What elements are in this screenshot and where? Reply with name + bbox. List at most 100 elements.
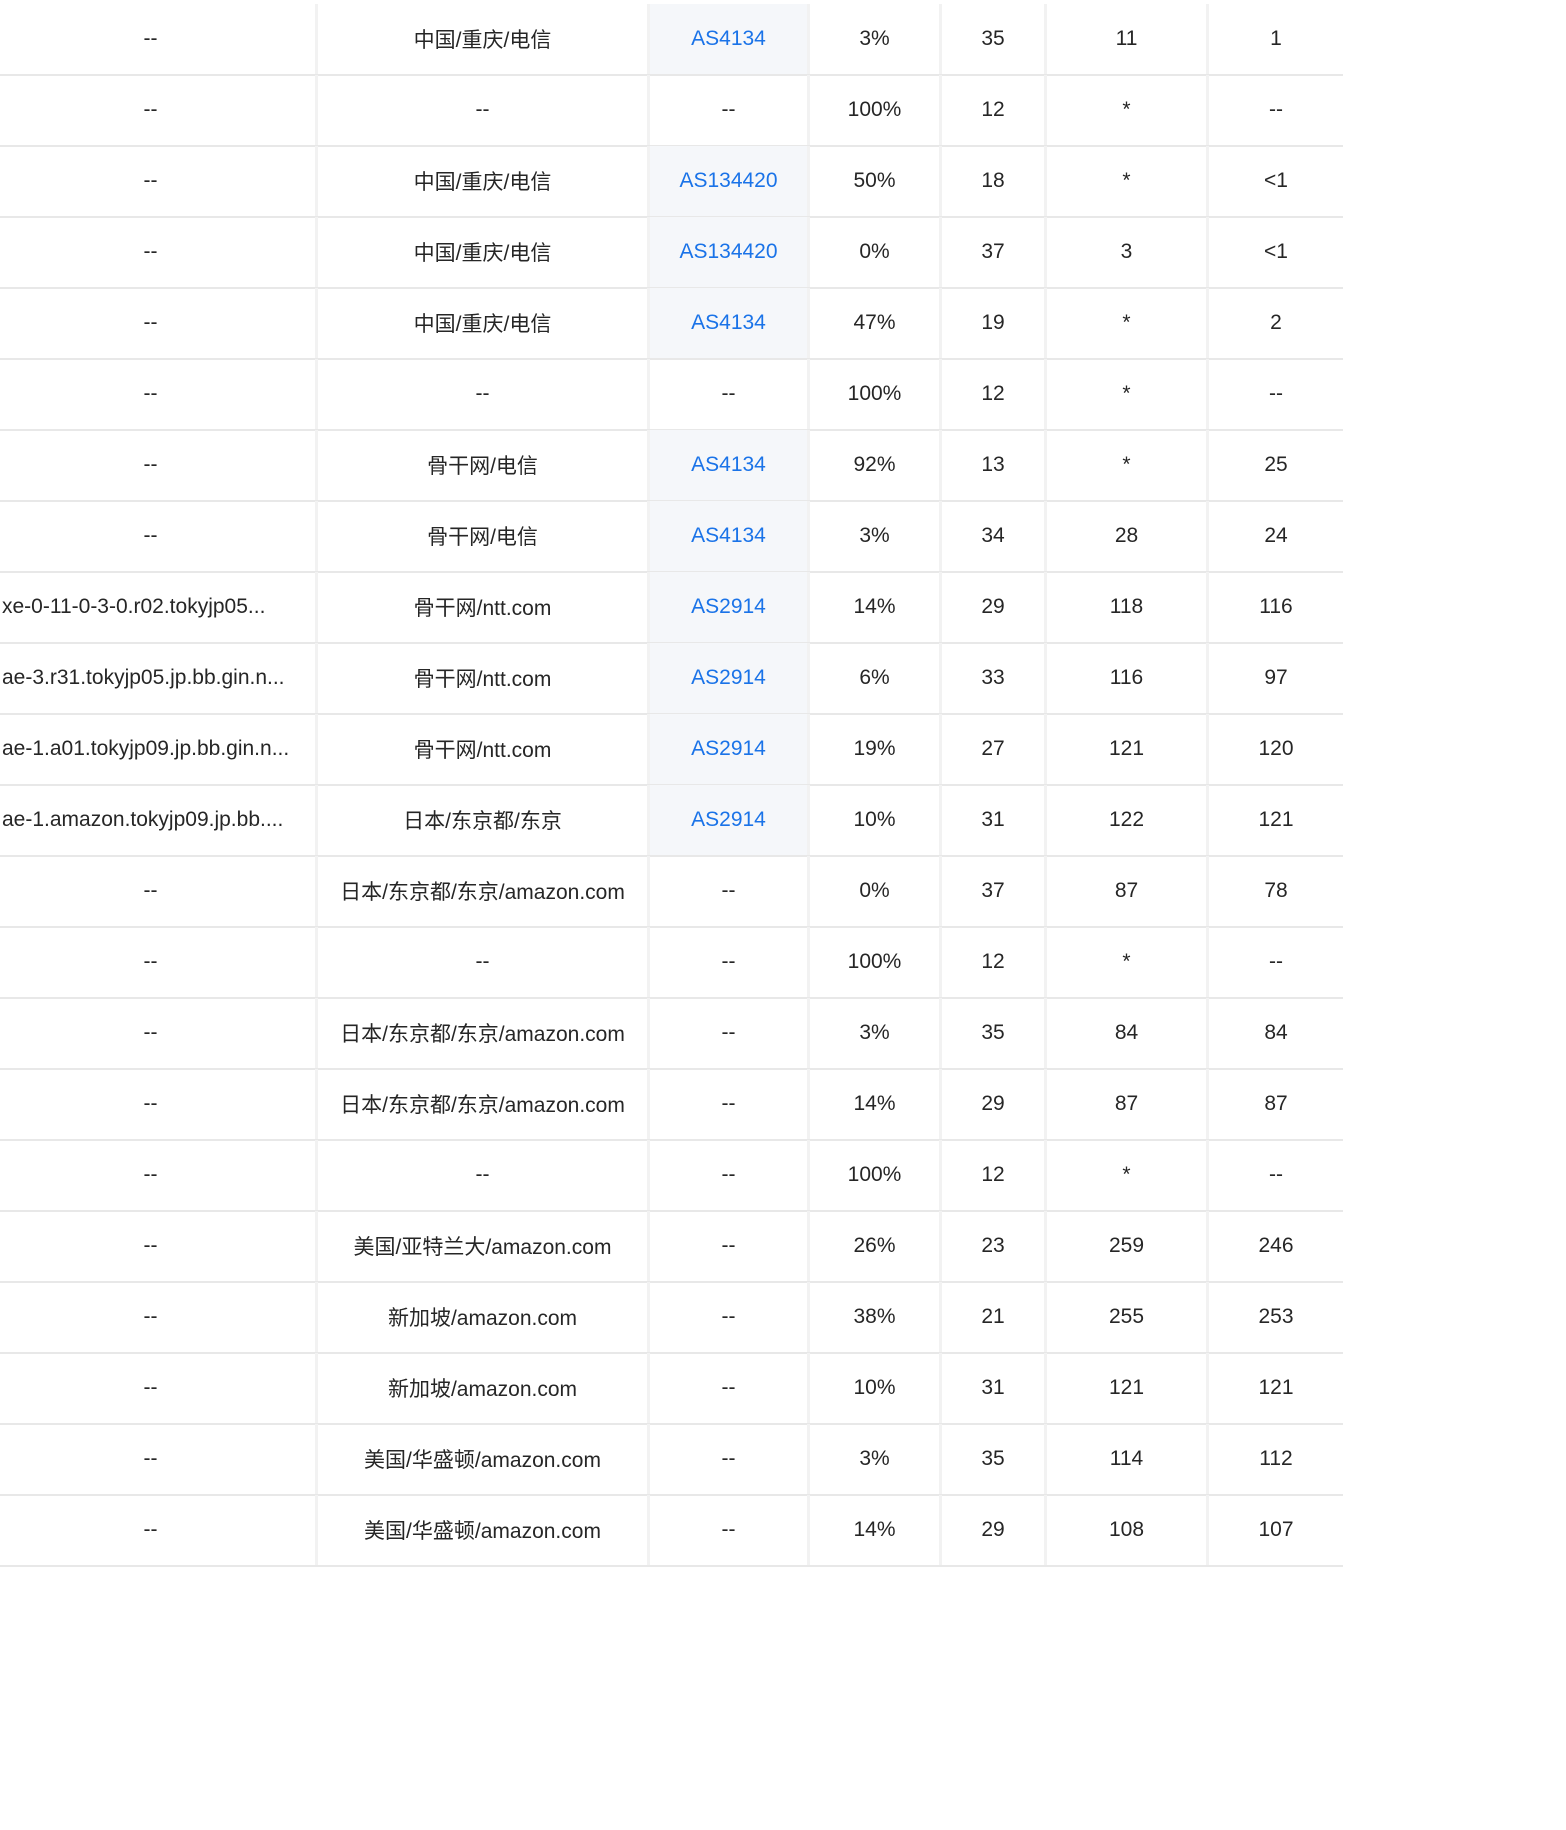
- hostname-text: ae-1.a01.tokyjp09.jp.bb.gin.n...: [2, 737, 290, 760]
- asn-cell: --: [650, 998, 810, 1068]
- last-latency-cell: *: [1047, 430, 1209, 500]
- table-row: -- 美国/华盛顿/amazon.com -- 3% 35 114 112: [0, 1424, 1343, 1496]
- hostname-cell: --: [0, 1069, 318, 1139]
- best-latency-cell: 24: [1264, 524, 1288, 547]
- geo-location-cell: 中国/重庆/电信: [318, 288, 650, 358]
- hostname-cell: --: [0, 1424, 318, 1494]
- last-latency-cell: *: [1047, 1140, 1209, 1210]
- table-row: -- 日本/东京都/东京/amazon.com -- 14% 29 87 87: [0, 1069, 1343, 1141]
- hostname-cell: --: [0, 75, 318, 145]
- last-latency-cell: *: [1047, 75, 1209, 145]
- best-latency-cell: --: [1269, 950, 1283, 973]
- sent-count-cell: 27: [942, 714, 1047, 784]
- hostname-cell: --: [0, 4, 318, 74]
- sent-count-cell: 34: [942, 501, 1047, 571]
- asn-cell: --: [650, 359, 810, 429]
- hostname-text: --: [143, 1305, 158, 1328]
- sent-count-cell: 29: [942, 1069, 1047, 1139]
- asn-cell: AS134420: [650, 217, 810, 287]
- table-row: xe-0-11-0-3-0.r02.tokyjp05... 骨干网/ntt.com…: [0, 572, 1343, 644]
- best-latency-cell: 97: [1264, 666, 1288, 689]
- sent-count-cell: 21: [942, 1282, 1047, 1352]
- table-row: -- 日本/东京都/东京/amazon.com -- 3% 35 84 84: [0, 998, 1343, 1070]
- hostname-cell: ae-1.amazon.tokyjp09.jp.bb....: [0, 785, 318, 855]
- asn-link[interactable]: AS4134: [691, 524, 766, 548]
- asn-cell: --: [650, 1140, 810, 1210]
- asn-cell: AS2914: [650, 785, 810, 855]
- hostname-text: --: [143, 1447, 158, 1470]
- sent-count-cell: 29: [942, 1495, 1047, 1565]
- hostname-text: --: [143, 1518, 158, 1541]
- best-latency-cell: 112: [1259, 1447, 1293, 1470]
- asn-cell: AS4134: [650, 4, 810, 74]
- asn-cell: AS2914: [650, 643, 810, 713]
- packet-loss-cell: 92%: [810, 430, 942, 500]
- geo-location-cell: --: [318, 75, 650, 145]
- asn-cell: --: [650, 1282, 810, 1352]
- sent-count-cell: 35: [942, 4, 1047, 74]
- hostname-cell: --: [0, 1282, 318, 1352]
- table-row: ae-1.a01.tokyjp09.jp.bb.gin.n... 骨干网/ntt.…: [0, 714, 1343, 786]
- asn-link[interactable]: AS134420: [679, 240, 777, 264]
- geo-location-cell: --: [318, 359, 650, 429]
- hostname-text: ae-1.amazon.tokyjp09.jp.bb....: [2, 808, 284, 831]
- hostname-cell: --: [0, 1211, 318, 1281]
- hostname-text: --: [143, 169, 158, 192]
- hostname-text: --: [143, 240, 158, 263]
- best-latency-cell: 120: [1258, 737, 1294, 760]
- table-row: ae-3.r31.tokyjp05.jp.bb.gin.n... 骨干网/ntt.…: [0, 643, 1343, 715]
- last-latency-cell: *: [1047, 288, 1209, 358]
- asn-link[interactable]: AS2914: [691, 666, 766, 690]
- asn-link[interactable]: AS2914: [691, 595, 766, 619]
- best-latency-cell: 84: [1264, 1021, 1288, 1044]
- table-row: -- -- -- 100% 12 * --: [0, 1140, 1343, 1212]
- asn-cell: --: [650, 1211, 810, 1281]
- packet-loss-cell: 47%: [810, 288, 942, 358]
- asn-link[interactable]: AS134420: [679, 169, 777, 193]
- asn-cell: AS2914: [650, 572, 810, 642]
- last-latency-cell: 122: [1047, 785, 1209, 855]
- hostname-text: ae-3.r31.tokyjp05.jp.bb.gin.n...: [2, 666, 285, 689]
- packet-loss-cell: 100%: [810, 359, 942, 429]
- asn-cell: --: [650, 1424, 810, 1494]
- geo-location-cell: 骨干网/电信: [318, 430, 650, 500]
- sent-count-cell: 35: [942, 1424, 1047, 1494]
- table-row: -- -- -- 100% 12 * --: [0, 75, 1343, 147]
- best-latency-cell: 116: [1259, 595, 1293, 618]
- hostname-text: --: [143, 98, 158, 121]
- asn-cell: --: [650, 1069, 810, 1139]
- asn-cell: --: [650, 927, 810, 997]
- packet-loss-cell: 14%: [810, 1069, 942, 1139]
- table-row: -- 中国/重庆/电信 AS134420 50% 18 * <1: [0, 146, 1343, 218]
- sent-count-cell: 12: [942, 359, 1047, 429]
- geo-location-cell: 骨干网/电信: [318, 501, 650, 571]
- best-latency-cell: 121: [1258, 808, 1294, 831]
- sent-count-cell: 35: [942, 998, 1047, 1068]
- best-latency-cell: 25: [1264, 453, 1288, 476]
- packet-loss-cell: 3%: [810, 998, 942, 1068]
- geo-location-cell: 新加坡/amazon.com: [318, 1353, 650, 1423]
- packet-loss-cell: 3%: [810, 1424, 942, 1494]
- asn-link[interactable]: AS2914: [691, 737, 766, 761]
- hostname-cell: --: [0, 856, 318, 926]
- last-latency-cell: 114: [1047, 1424, 1209, 1494]
- last-latency-cell: 3: [1047, 217, 1209, 287]
- asn-link[interactable]: AS2914: [691, 808, 766, 832]
- best-latency-cell: --: [1269, 98, 1283, 121]
- last-latency-cell: 116: [1047, 643, 1209, 713]
- asn-link[interactable]: AS4134: [691, 311, 766, 335]
- last-latency-cell: 87: [1047, 1069, 1209, 1139]
- sent-count-cell: 19: [942, 288, 1047, 358]
- packet-loss-cell: 3%: [810, 501, 942, 571]
- packet-loss-cell: 10%: [810, 1353, 942, 1423]
- asn-link[interactable]: AS4134: [691, 453, 766, 477]
- hostname-cell: --: [0, 501, 318, 571]
- last-latency-cell: 121: [1047, 714, 1209, 784]
- sent-count-cell: 37: [942, 856, 1047, 926]
- asn-cell: AS4134: [650, 430, 810, 500]
- hostname-cell: --: [0, 430, 318, 500]
- hostname-cell: --: [0, 288, 318, 358]
- best-latency-cell: 78: [1264, 879, 1288, 902]
- asn-link[interactable]: AS4134: [691, 27, 766, 51]
- table-row: -- 骨干网/电信 AS4134 3% 34 28 24: [0, 501, 1343, 573]
